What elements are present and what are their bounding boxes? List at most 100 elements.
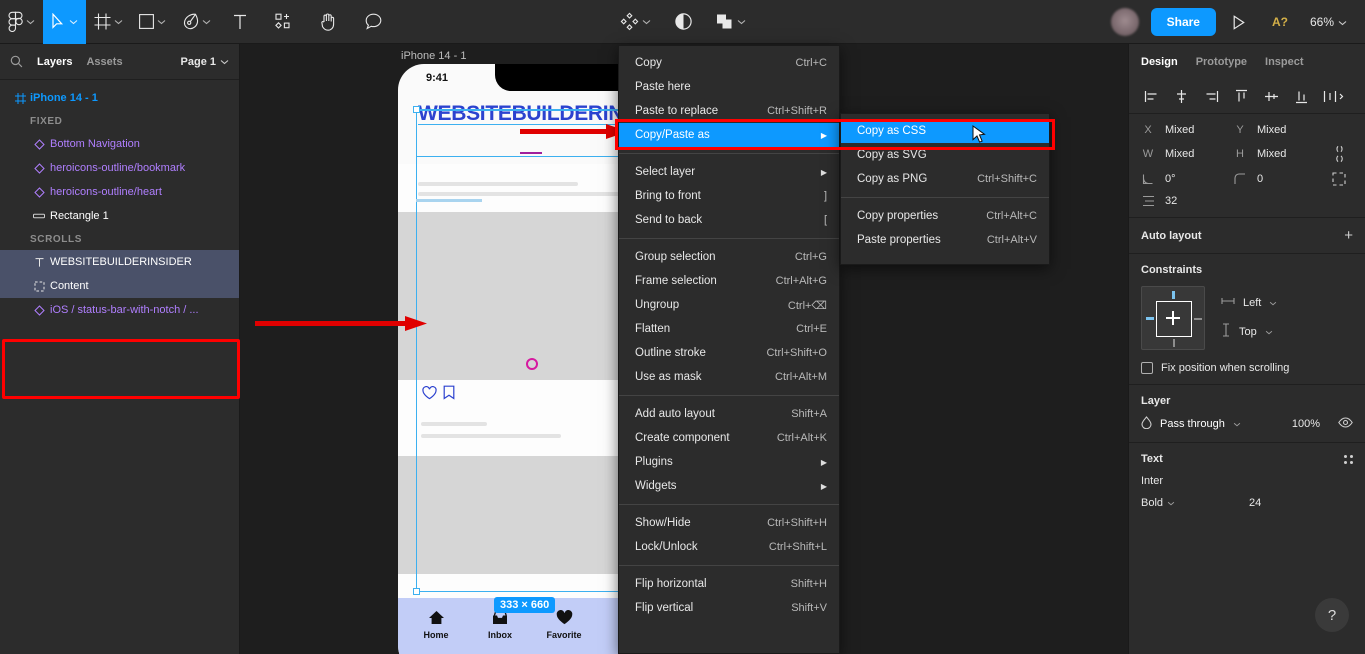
menu-item-copy-paste-as[interactable]: Copy/Paste as ▶: [619, 123, 839, 147]
align-left-icon[interactable]: [1137, 83, 1165, 111]
boolean-union-icon[interactable]: [708, 0, 754, 44]
frame-label[interactable]: iPhone 14 - 1: [401, 50, 466, 62]
spacing-field[interactable]: 32: [1141, 195, 1233, 207]
menu-item-send-to-back[interactable]: Send to back [: [619, 208, 839, 232]
layer-item-bottom-navigation[interactable]: Bottom Navigation: [0, 132, 239, 156]
constraint-tick-left[interactable]: [1146, 317, 1154, 320]
menu-item-paste-here[interactable]: Paste here: [619, 75, 839, 99]
search-icon[interactable]: [10, 55, 23, 68]
constrain-proportions-icon[interactable]: [1325, 145, 1353, 163]
menu-item-flatten[interactable]: Flatten Ctrl+E: [619, 317, 839, 341]
menu-item-bring-to-front[interactable]: Bring to front ]: [619, 184, 839, 208]
chevron-down-icon[interactable]: [114, 19, 123, 25]
submenu-item-copy-as-css[interactable]: Copy as CSS: [841, 119, 1049, 143]
tab-layers[interactable]: Layers: [37, 56, 72, 68]
layer-item-websitebuilderinsider[interactable]: WEBSITEBUILDERINSIDER: [0, 250, 239, 274]
chevron-down-icon[interactable]: [737, 19, 746, 25]
corner-radius-field[interactable]: 0: [1233, 173, 1325, 185]
components-icon[interactable]: [612, 0, 659, 44]
constraint-tick-top[interactable]: [1172, 291, 1175, 299]
menu-item-add-auto-layout[interactable]: Add auto layout Shift+A: [619, 402, 839, 426]
menu-item-paste-to-replace[interactable]: Paste to replace Ctrl+Shift+R: [619, 99, 839, 123]
submenu-item-copy-as-svg[interactable]: Copy as SVG: [841, 143, 1049, 167]
move-tool-icon[interactable]: [43, 0, 86, 44]
menu-item-show-hide[interactable]: Show/Hide Ctrl+Shift+H: [619, 511, 839, 535]
present-button[interactable]: [1220, 14, 1258, 30]
menu-item-lock-unlock[interactable]: Lock/Unlock Ctrl+Shift+L: [619, 535, 839, 559]
frame-tool-icon[interactable]: [86, 0, 131, 44]
text-options-icon[interactable]: [1344, 454, 1353, 464]
horizontal-constraint-select[interactable]: Left: [1221, 296, 1277, 309]
align-bottom-icon[interactable]: [1287, 83, 1315, 111]
align-vertical-center-icon[interactable]: [1257, 83, 1285, 111]
opacity-value[interactable]: 100%: [1292, 418, 1320, 430]
font-style-value[interactable]: Bold: [1141, 497, 1163, 509]
chevron-down-icon[interactable]: [157, 19, 166, 25]
pen-tool-icon[interactable]: [174, 0, 219, 44]
selection-handle[interactable]: [413, 588, 420, 595]
chevron-down-icon[interactable]: [69, 19, 78, 25]
chevron-down-icon[interactable]: [1167, 497, 1175, 509]
menu-item-group-selection[interactable]: Group selection Ctrl+G: [619, 245, 839, 269]
blend-mode-value[interactable]: Pass through: [1160, 418, 1225, 430]
menu-item-select-layer[interactable]: Select layer ▶: [619, 160, 839, 184]
menu-item-widgets[interactable]: Widgets ▶: [619, 474, 839, 498]
independent-corners-icon[interactable]: [1325, 172, 1353, 186]
resources-icon[interactable]: [261, 0, 306, 44]
align-top-icon[interactable]: [1227, 83, 1255, 111]
layer-item-rectangle-1[interactable]: Rectangle 1: [0, 204, 239, 228]
font-size-value[interactable]: 24: [1249, 497, 1261, 509]
layer-item-ios-status-bar[interactable]: iOS / status-bar-with-notch / ...: [0, 298, 239, 322]
chevron-down-icon[interactable]: [26, 19, 35, 25]
tab-assets[interactable]: Assets: [86, 56, 122, 68]
y-field[interactable]: Y Mixed: [1233, 124, 1325, 136]
tab-design[interactable]: Design: [1141, 56, 1178, 68]
distribute-icon[interactable]: [1317, 83, 1351, 111]
fix-position-row[interactable]: Fix position when scrolling: [1141, 362, 1353, 374]
nav-item-home[interactable]: Home: [404, 610, 468, 640]
rotation-field[interactable]: 0°: [1141, 173, 1233, 185]
align-horizontal-center-icon[interactable]: [1167, 83, 1195, 111]
share-button[interactable]: Share: [1150, 8, 1216, 36]
layer-item-content[interactable]: Content: [0, 274, 239, 298]
version-badge[interactable]: A?: [1262, 15, 1298, 29]
font-family-row[interactable]: Inter: [1141, 475, 1353, 487]
layer-item-heroicons-bookmark[interactable]: heroicons-outline/bookmark: [0, 156, 239, 180]
menu-item-create-component[interactable]: Create component Ctrl+Alt+K: [619, 426, 839, 450]
constraint-widget[interactable]: [1141, 286, 1205, 350]
menu-item-flip-vertical[interactable]: Flip vertical Shift+V: [619, 596, 839, 620]
chevron-down-icon[interactable]: [1233, 418, 1241, 430]
chevron-down-icon[interactable]: [642, 19, 651, 25]
menu-item-ungroup[interactable]: Ungroup Ctrl+⌫: [619, 293, 839, 317]
constraint-tick-bottom[interactable]: [1173, 339, 1175, 347]
tab-prototype[interactable]: Prototype: [1196, 56, 1247, 68]
layer-item-heroicons-heart[interactable]: heroicons-outline/heart: [0, 180, 239, 204]
nav-item-inbox[interactable]: Inbox: [468, 610, 532, 640]
layer-item-iphone-14-1[interactable]: iPhone 14 - 1: [0, 86, 239, 110]
mask-icon[interactable]: [659, 0, 708, 44]
nav-item-favorite[interactable]: Favorite: [532, 610, 596, 640]
menu-item-outline-stroke[interactable]: Outline stroke Ctrl+Shift+O: [619, 341, 839, 365]
copy-paste-as-submenu[interactable]: Copy as CSS Copy as SVG Copy as PNG Ctrl…: [840, 113, 1050, 265]
chevron-down-icon[interactable]: [202, 19, 211, 25]
menu-item-copy[interactable]: Copy Ctrl+C: [619, 51, 839, 75]
page-selector[interactable]: Page 1: [181, 56, 229, 68]
comment-tool-icon[interactable]: [351, 0, 396, 44]
hand-tool-icon[interactable]: [306, 0, 351, 44]
menu-item-frame-selection[interactable]: Frame selection Ctrl+Alt+G: [619, 269, 839, 293]
add-auto-layout-button[interactable]: +: [1344, 228, 1353, 243]
fix-position-checkbox[interactable]: [1141, 362, 1153, 374]
shape-tool-icon[interactable]: [131, 0, 174, 44]
menu-item-use-as-mask[interactable]: Use as mask Ctrl+Alt+M: [619, 365, 839, 389]
vertical-constraint-select[interactable]: Top: [1221, 323, 1277, 340]
submenu-item-paste-properties[interactable]: Paste properties Ctrl+Alt+V: [841, 228, 1049, 252]
avatar[interactable]: [1110, 8, 1139, 36]
figma-menu-icon[interactable]: [0, 0, 43, 44]
eye-icon[interactable]: [1338, 417, 1353, 431]
constraint-tick-right[interactable]: [1194, 318, 1202, 320]
height-field[interactable]: H Mixed: [1233, 148, 1325, 160]
tab-inspect[interactable]: Inspect: [1265, 56, 1304, 68]
width-field[interactable]: W Mixed: [1141, 148, 1233, 160]
align-right-icon[interactable]: [1197, 83, 1225, 111]
menu-item-flip-horizontal[interactable]: Flip horizontal Shift+H: [619, 572, 839, 596]
